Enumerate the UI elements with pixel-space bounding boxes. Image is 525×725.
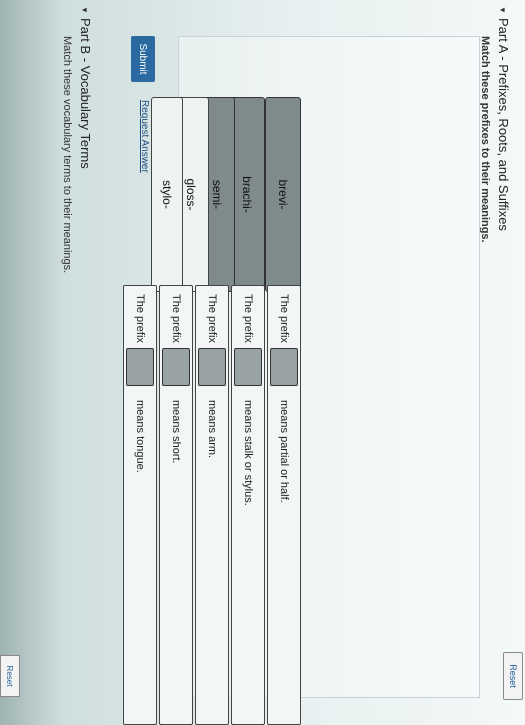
- drop-zone-2[interactable]: [234, 348, 262, 386]
- collapse-caret-icon[interactable]: ▼: [498, 6, 507, 14]
- row-meaning: means tongue.: [134, 400, 146, 473]
- row-prefix-label: The prefix: [206, 294, 218, 343]
- drop-zone-3[interactable]: [198, 348, 226, 386]
- drop-zone-4[interactable]: [162, 348, 190, 386]
- drop-zone-5[interactable]: [126, 348, 154, 386]
- row-prefix-label: The prefix: [242, 294, 254, 343]
- rotated-screen: ▼ Part A - Prefixes, Roots, and Suffixes…: [0, 0, 525, 725]
- match-row-2: The prefix means stalk or stylus.: [231, 285, 265, 725]
- match-row-4: The prefix means short.: [159, 285, 193, 725]
- part-b-title[interactable]: Part B - Vocabulary Terms: [78, 18, 93, 169]
- expand-caret-icon[interactable]: ▼: [80, 6, 89, 14]
- row-prefix-label: The prefix: [134, 294, 146, 343]
- row-meaning: means arm.: [206, 400, 218, 459]
- reset-button[interactable]: Reset: [503, 652, 523, 700]
- part-a-title[interactable]: Part A - Prefixes, Roots, and Suffixes: [496, 18, 511, 231]
- match-row-3: The prefix means arm.: [195, 285, 229, 725]
- row-prefix-label: The prefix: [278, 294, 290, 343]
- submit-button[interactable]: Submit: [131, 36, 155, 82]
- part-b-instructions: Match these vocabulary terms to their me…: [61, 36, 73, 274]
- drop-zone-1[interactable]: [270, 348, 298, 386]
- request-answer-link[interactable]: Request Answer: [139, 100, 150, 173]
- prefix-chip-brevi[interactable]: brevi-: [265, 97, 301, 292]
- row-meaning: means short.: [170, 400, 182, 464]
- row-meaning: means partial or half.: [278, 400, 290, 503]
- row-prefix-label: The prefix: [170, 294, 182, 343]
- row-meaning: means stalk or stylus.: [242, 400, 254, 506]
- prefix-chip-stylo[interactable]: stylo-: [151, 97, 183, 292]
- matching-panel: brevi- brachi- semi- gloss- stylo- The p…: [123, 36, 480, 725]
- match-row-1: The prefix means partial or half.: [267, 285, 301, 725]
- match-row-5: The prefix means tongue.: [123, 285, 157, 725]
- part-a-instructions: Match these prefixes to their meanings.: [479, 36, 491, 243]
- part-b-reset-button[interactable]: Reset: [0, 655, 20, 697]
